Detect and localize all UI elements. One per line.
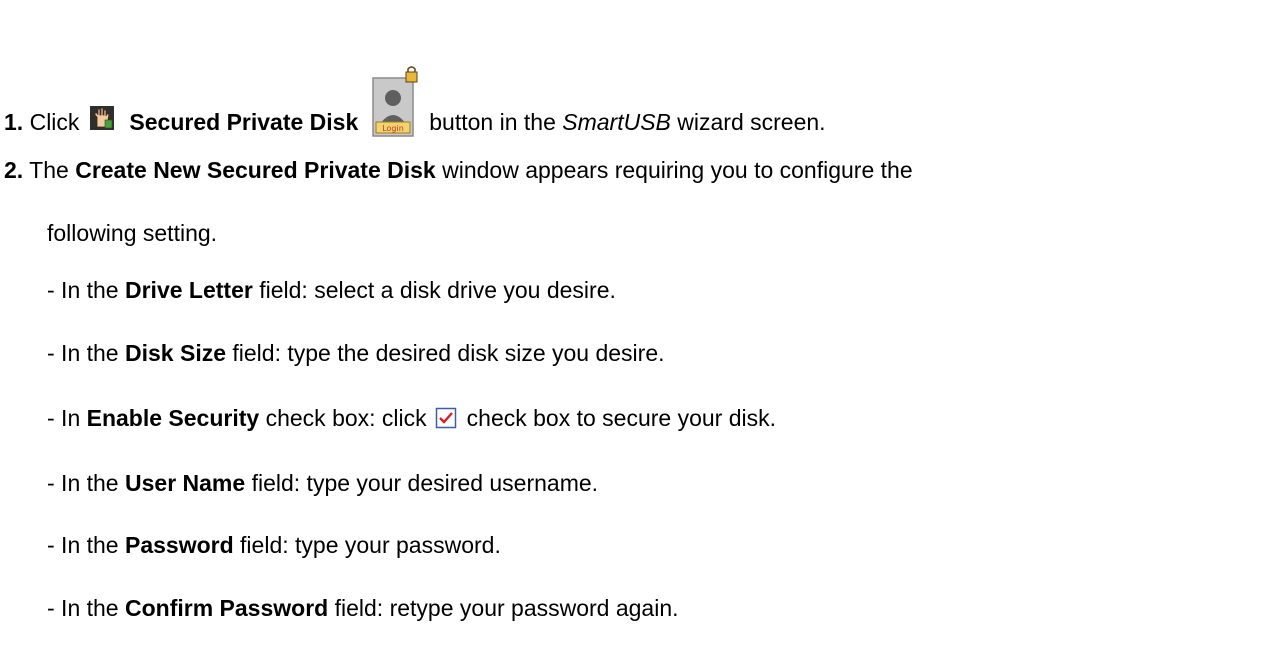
bullet-pre: - In the	[47, 340, 119, 366]
bullet-user-name: - In the User Name field: type your desi…	[47, 468, 598, 498]
step-1-number: 1.	[4, 109, 24, 136]
bullet-post: check box to secure your disk.	[466, 405, 777, 431]
step-2-text-after: window appears requiring you to configur…	[442, 157, 913, 183]
hand-icon	[89, 105, 115, 131]
bullet-drive-letter: - In the Drive Letter field: select a di…	[47, 275, 616, 305]
step-2-continuation: following setting.	[47, 218, 217, 248]
bullet-field: Disk Size	[125, 340, 226, 366]
bullet-pre: - In the	[47, 470, 119, 496]
login-label: Login	[382, 124, 404, 133]
bullet-pre: - In the	[47, 277, 119, 303]
step-1: 1. Click Secured Private Disk Login butt…	[4, 66, 826, 137]
bullet-post: field: select a disk drive you desire.	[259, 277, 616, 303]
step-1-text-end: wizard screen.	[677, 109, 826, 136]
bullet-field: Password	[125, 532, 234, 558]
bullet-confirm-password: - In the Confirm Password field: retype …	[47, 593, 679, 623]
bullet-post: field: type your desired username.	[251, 470, 599, 496]
step-2-window-name: Create New Secured Private Disk	[75, 157, 436, 183]
bullet-post: field: retype your password again.	[334, 595, 679, 621]
bullet-pre: - In the	[47, 532, 119, 558]
bullet-field: Confirm Password	[125, 595, 329, 621]
step-2-text-before: The	[29, 157, 69, 183]
bullet-password: - In the Password field: type your passw…	[47, 530, 501, 560]
bullet-field: Drive Letter	[125, 277, 253, 303]
step-2: 2. The Create New Secured Private Disk w…	[4, 155, 913, 185]
bullet-post: field: type the desired disk size you de…	[232, 340, 665, 366]
step-1-button-name: Secured Private Disk	[129, 109, 359, 136]
bullet-field: Enable Security	[86, 405, 260, 431]
step-2-text-cont: following setting.	[47, 220, 218, 246]
bullet-pre: - In the	[47, 595, 119, 621]
bullet-mid: check box: click	[265, 405, 427, 431]
bullet-pre: - In	[47, 405, 81, 431]
checkbox-checked-icon	[435, 406, 457, 429]
bullet-field: User Name	[125, 470, 246, 496]
step-1-text-before: Click	[29, 109, 80, 136]
step-1-app-name: SmartUSB	[562, 109, 671, 136]
bullet-post: field: type your password.	[240, 532, 501, 558]
bullet-enable-security: - In Enable Security check box: click ch…	[47, 403, 776, 433]
login-button-icon: Login	[372, 66, 420, 138]
step-2-number: 2.	[4, 157, 24, 183]
step-1-text-after: button in the	[429, 109, 556, 136]
bullet-disk-size: - In the Disk Size field: type the desir…	[47, 338, 665, 368]
